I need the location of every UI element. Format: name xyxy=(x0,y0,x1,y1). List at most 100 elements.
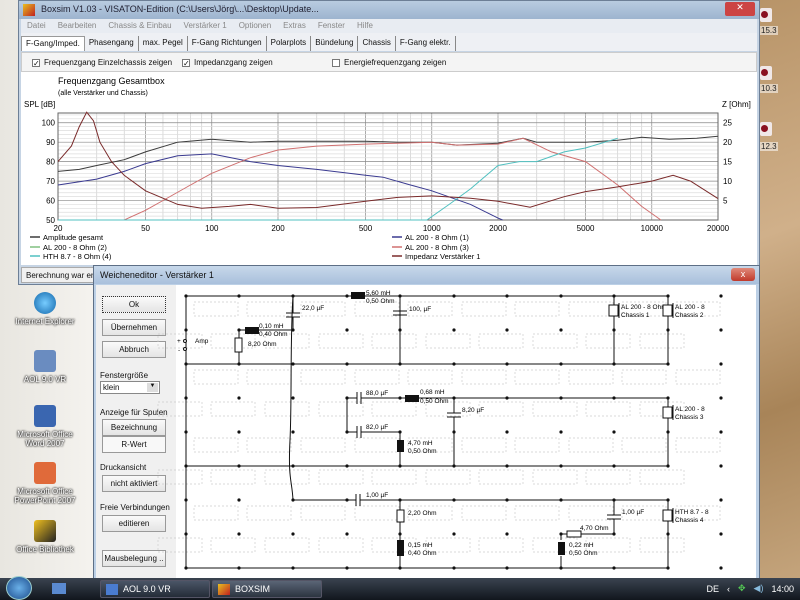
grid-node xyxy=(345,294,349,298)
grid-node xyxy=(184,362,188,366)
chassis-label: Chassis 1 xyxy=(621,312,650,319)
speaker-chassis-3[interactable] xyxy=(662,405,674,420)
grid-node xyxy=(666,566,670,570)
inductor-5-60mH[interactable] xyxy=(351,292,365,299)
start-button[interactable] xyxy=(6,576,32,600)
language-indicator[interactable]: DE xyxy=(706,584,719,594)
empty-slot xyxy=(407,369,453,385)
aol-icon xyxy=(106,584,118,595)
taskbar: AOL 9.0 VR BOXSIM DE ‹ ✥ ◀) 14:00 xyxy=(0,576,800,600)
grid-node xyxy=(345,396,349,400)
empty-slot xyxy=(264,537,310,553)
grid-node xyxy=(398,532,402,536)
grid-node xyxy=(719,328,723,332)
network-icon[interactable]: ✥ xyxy=(738,583,746,594)
empty-slot xyxy=(318,469,364,485)
grid-node xyxy=(398,328,402,332)
empty-slot xyxy=(318,537,364,553)
amp-label: Amp xyxy=(195,338,209,345)
empty-slot xyxy=(532,469,578,485)
empty-slot xyxy=(300,505,346,521)
empty-slot xyxy=(246,369,292,385)
empty-slot xyxy=(246,301,292,317)
inductor-0-15mH[interactable] xyxy=(397,540,404,556)
chassis-label: Chassis 3 xyxy=(675,414,704,421)
component-label: 0,50 Ohm xyxy=(420,398,449,405)
grid-node xyxy=(345,566,349,570)
grid-node xyxy=(719,396,723,400)
grid-node xyxy=(452,430,456,434)
empty-slot xyxy=(461,301,507,317)
grid-node xyxy=(237,532,241,536)
grid-node xyxy=(345,430,349,434)
empty-slot xyxy=(246,505,292,521)
grid-node xyxy=(398,498,402,502)
empty-slot xyxy=(157,401,203,417)
speaker-chassis-4[interactable] xyxy=(662,508,674,523)
grid-node xyxy=(666,532,670,536)
component-label: 22,0 µF xyxy=(302,305,324,312)
resistor-4-70ohm[interactable] xyxy=(566,530,582,538)
inductor-0-10mH[interactable] xyxy=(245,327,259,334)
empty-slot xyxy=(568,369,614,385)
grid-node xyxy=(184,294,188,298)
grid-node xyxy=(559,328,563,332)
empty-slot xyxy=(425,333,471,349)
capacitor-1uF-a xyxy=(355,494,361,506)
grid-node xyxy=(559,294,563,298)
taskbar-label: AOL 9.0 VR xyxy=(123,584,171,594)
empty-slot xyxy=(514,301,560,317)
clock[interactable]: 14:00 xyxy=(771,584,794,594)
inductor-4-70mH[interactable] xyxy=(397,440,404,452)
inductor-0-22mH[interactable] xyxy=(558,542,565,555)
component-label: 5,60 mH xyxy=(366,290,391,297)
empty-slot xyxy=(532,333,578,349)
grid-node xyxy=(184,498,188,502)
grid-node xyxy=(237,430,241,434)
terminal-icon xyxy=(183,347,187,351)
show-desktop-icon[interactable] xyxy=(52,583,66,594)
component-label: 0,10 mH xyxy=(259,323,284,330)
volume-icon[interactable]: ◀) xyxy=(754,583,764,594)
grid-node xyxy=(612,430,616,434)
amp-plus-terminal: + xyxy=(177,338,181,345)
capacitor-8-20uF xyxy=(447,412,461,418)
grid-node xyxy=(452,328,456,332)
show-hidden-icons[interactable]: ‹ xyxy=(727,584,730,594)
taskbar-item-boxsim[interactable]: BOXSIM xyxy=(212,580,322,598)
grid-node xyxy=(505,396,509,400)
chassis-label: AL 200 - 8 xyxy=(675,406,705,413)
grid-node xyxy=(184,532,188,536)
crossover-circuit: 22,0 µF 5,60 mH 0,50 Ohm 100, µF 0,10 mH… xyxy=(157,290,723,570)
resistor-2-20ohm[interactable] xyxy=(396,509,405,523)
grid-node xyxy=(505,532,509,536)
grid-node xyxy=(719,464,723,468)
empty-slot xyxy=(371,333,417,349)
grid-node xyxy=(452,532,456,536)
component-label: 8,20 µF xyxy=(462,407,484,414)
empty-slot xyxy=(675,369,721,385)
empty-slot xyxy=(478,401,524,417)
chassis-label: AL 200 - 8 Ohm xyxy=(621,304,667,311)
empty-slot xyxy=(568,437,614,453)
grid-node xyxy=(237,362,241,366)
amp-minus-terminal: - xyxy=(178,347,180,354)
speaker-chassis-2[interactable] xyxy=(662,303,674,318)
grid-node xyxy=(291,566,295,570)
grid-node xyxy=(398,430,402,434)
empty-slot xyxy=(478,333,524,349)
speaker-chassis-1[interactable] xyxy=(608,303,620,318)
empty-slot xyxy=(478,469,524,485)
grid-node xyxy=(666,498,670,502)
grid-node xyxy=(398,566,402,570)
inductor-0-68mH[interactable] xyxy=(405,395,419,402)
resistor-8-20ohm[interactable] xyxy=(234,337,243,353)
grid-node xyxy=(505,566,509,570)
empty-slot xyxy=(461,369,507,385)
grid-node xyxy=(452,396,456,400)
taskbar-item-aol[interactable]: AOL 9.0 VR xyxy=(100,580,210,598)
empty-slot xyxy=(300,437,346,453)
grid-node xyxy=(398,464,402,468)
grid-node xyxy=(505,430,509,434)
empty-slot xyxy=(514,505,560,521)
